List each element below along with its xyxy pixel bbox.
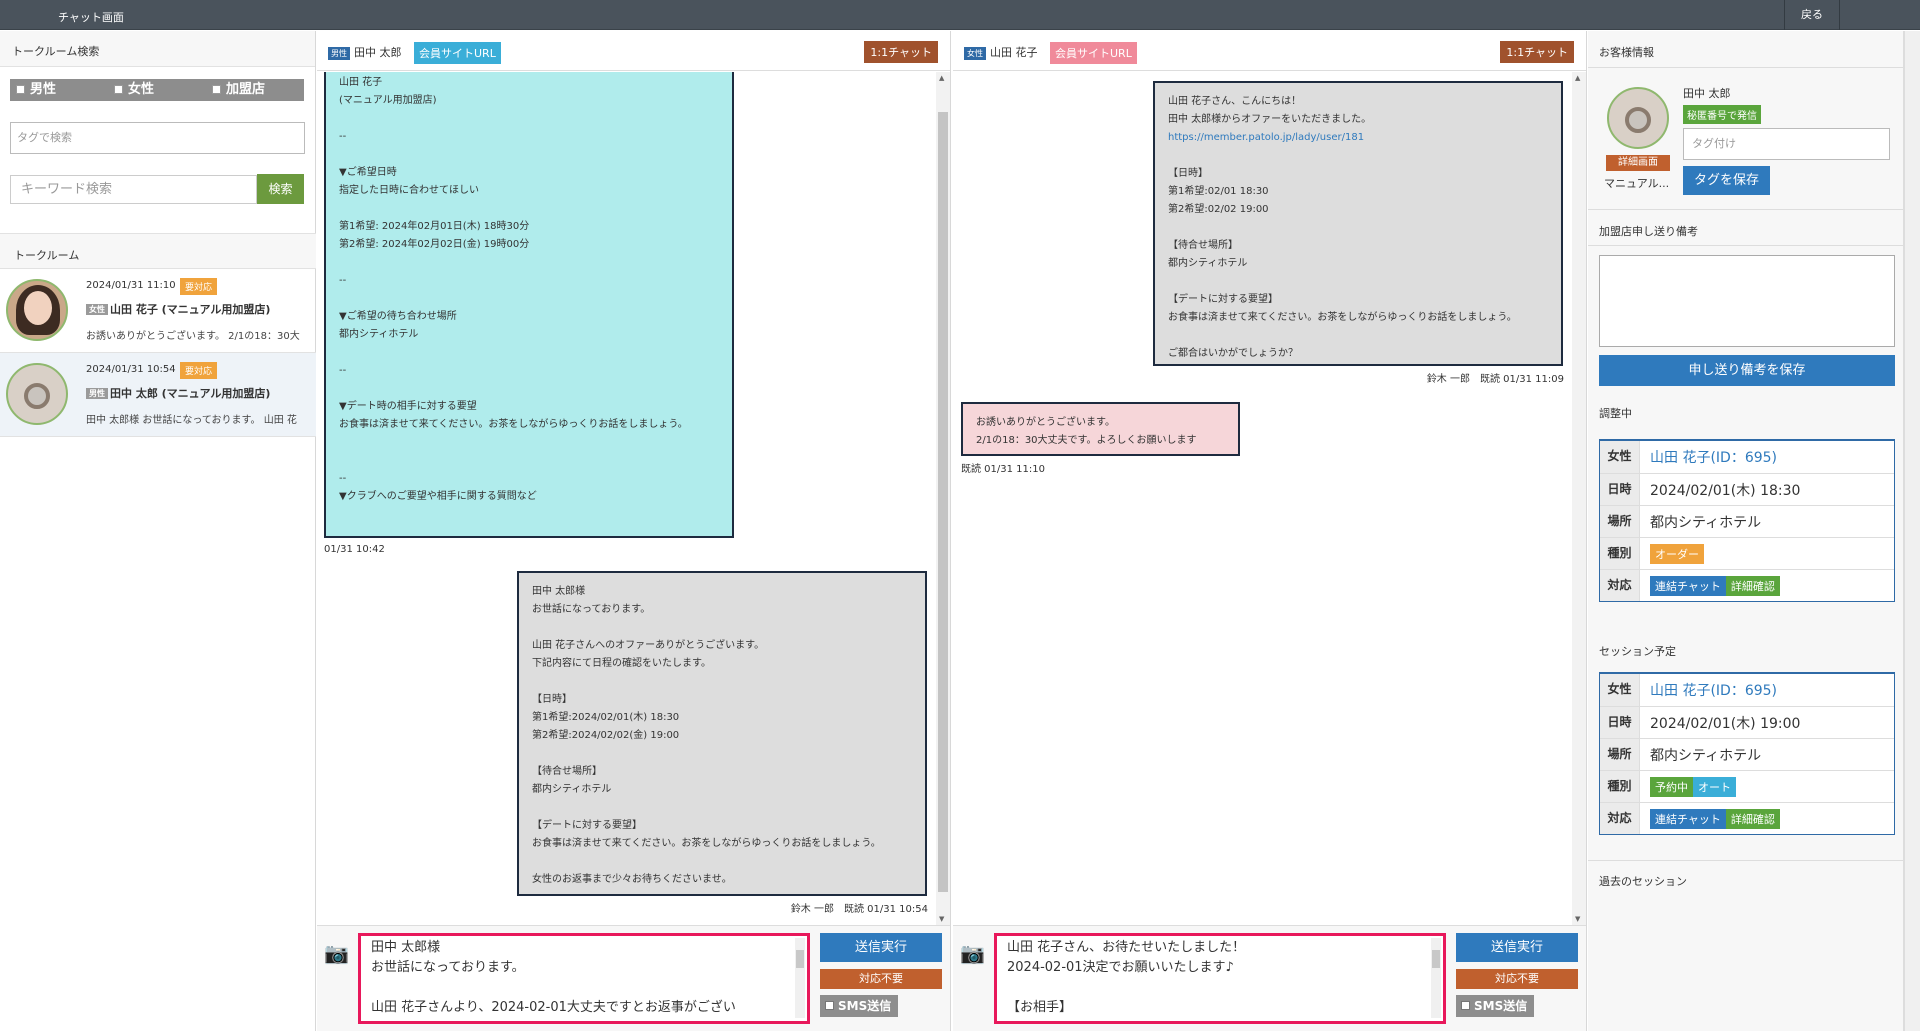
send-button[interactable]: 送信実行 — [820, 933, 942, 962]
gender-tag: 男性 — [328, 47, 350, 60]
woman-link[interactable]: 山田 花子(ID：695) — [1640, 447, 1777, 467]
camera-icon[interactable]: 📷 — [324, 941, 349, 965]
type-chip: 予約中 — [1650, 776, 1693, 797]
gender-tag: 男性 — [86, 388, 108, 399]
customer-store: マニュアル... — [1604, 177, 1670, 190]
filter-male[interactable]: 男性 — [10, 79, 108, 101]
back-button[interactable]: 戻る — [1784, 0, 1840, 30]
filter-female[interactable]: 女性 — [108, 79, 206, 101]
search-button[interactable]: 検索 — [257, 174, 304, 204]
avatar — [6, 279, 68, 341]
member-url-button[interactable]: 会員サイトURL — [1050, 42, 1137, 64]
message-bubble: お誘いありがとうございます。 2/1の18：30大丈夫です。よろしくお願いします — [961, 402, 1240, 456]
chat-header: 男性 田中 太郎 会員サイトURL 1:1チャット — [317, 31, 950, 71]
avatar — [1607, 87, 1669, 149]
session-header: セッション予定 — [1599, 645, 1676, 658]
member-link[interactable]: https://member.patolo.jp/lady/user/181 — [1168, 132, 1364, 143]
notes-textarea[interactable] — [1599, 255, 1895, 347]
message-bubble: 山田 花子さん、こんにちは！ 田中 太郎様からオファーをいただきました。 htt… — [1153, 81, 1563, 366]
message-bubble: 田中 太郎様 お世話になっております。 山田 花子さんへのオファーありがとうござ… — [517, 571, 927, 896]
woman-link[interactable]: 山田 花子(ID：695) — [1640, 680, 1777, 700]
scrollbar[interactable]: ▲ ▼ — [1572, 72, 1586, 925]
message-area[interactable]: 山田 花子 (マニュアル用加盟店) -- ▼ご希望日時 指定した日時に合わせてほ… — [317, 72, 950, 925]
gender-filter: 男性 女性 加盟店 — [10, 79, 304, 101]
status-badge: 要対応 — [180, 278, 218, 295]
room-name: 女性 山田 花子 (マニュアル用加盟店) — [86, 301, 270, 317]
sms-toggle[interactable]: SMS送信 — [820, 995, 898, 1017]
tag-search-input[interactable]: タグで検索 — [10, 122, 305, 154]
tag-input[interactable]: タグ付け — [1683, 128, 1890, 160]
page-title: チャット画面 — [58, 11, 124, 24]
room-datetime: 2024/01/31 10:54 — [86, 364, 176, 375]
customer-name: 田中 太郎 — [1683, 87, 1731, 100]
checkbox-icon[interactable] — [825, 1001, 834, 1010]
message-input[interactable]: 田中 太郎様 お世話になっております。 山田 花子さんより、2024-02-01… — [358, 933, 810, 1024]
checkbox-icon[interactable] — [1461, 1001, 1470, 1010]
adjusting-table: 女性 山田 花子(ID：695) 日時 2024/02/01(木) 18:30 場所… — [1599, 439, 1895, 602]
gender-tag: 女性 — [86, 304, 108, 315]
top-bar: チャット画面 戻る — [0, 0, 1920, 30]
filter-store[interactable]: 加盟店 — [206, 79, 304, 101]
customer-panel: お客様情報 詳細画面 マニュアル... 田中 太郎 秘匿番号で発信 タグ付け タ… — [1588, 31, 1920, 1031]
scrollbar[interactable]: ▲ ▼ — [936, 72, 950, 925]
no-response-button[interactable]: 対応不要 — [820, 969, 942, 989]
customer-header: お客様情報 — [1599, 46, 1654, 59]
one-on-one-chat-button[interactable]: 1:1チャット — [864, 41, 938, 63]
past-sessions-header: 過去のセッション — [1599, 875, 1687, 888]
chat-partner-name: 山田 花子 — [990, 46, 1038, 59]
avatar — [6, 363, 68, 425]
scrollbar[interactable] — [1904, 31, 1920, 1031]
room-preview: お誘いありがとうございます。 2/1の18：30大 — [86, 331, 300, 342]
member-url-button[interactable]: 会員サイトURL — [414, 42, 501, 64]
room-search-header: トークルーム検索 — [0, 31, 315, 67]
no-response-button[interactable]: 対応不要 — [1456, 969, 1578, 989]
tag-save-button[interactable]: タグを保存 — [1683, 166, 1770, 195]
chat-partner-name: 田中 太郎 — [354, 46, 402, 59]
message-bubble: 山田 花子 (マニュアル用加盟店) -- ▼ご希望日時 指定した日時に合わせてほ… — [324, 72, 734, 538]
room-item[interactable]: 2024/01/31 10:54 要対応 男性 田中 太郎 (マニュアル用加盟店)… — [0, 353, 316, 437]
secret-call-button[interactable]: 秘匿番号で発信 — [1683, 105, 1761, 124]
detail-confirm-button[interactable]: 詳細確認 — [1725, 808, 1780, 829]
room-preview: 田中 太郎様 お世話になっております。 山田 花 — [86, 415, 297, 426]
send-button[interactable]: 送信実行 — [1456, 933, 1578, 962]
message-meta: 鈴木 一郎 既読 01/31 11:09 — [1426, 374, 1564, 385]
detail-confirm-button[interactable]: 詳細確認 — [1725, 575, 1780, 596]
scrollbar[interactable] — [1431, 938, 1441, 1018]
sms-toggle[interactable]: SMS送信 — [1456, 995, 1534, 1017]
one-on-one-chat-button[interactable]: 1:1チャット — [1500, 41, 1574, 63]
linked-chat-button[interactable]: 連結チャット — [1650, 808, 1726, 829]
compose-area: 📷 山田 花子さん、お待たせいたしました！ 2024-02-01決定でお願いいた… — [953, 925, 1586, 1031]
type-chip: オーダー — [1650, 543, 1704, 564]
room-name: 男性 田中 太郎 (マニュアル用加盟店) — [86, 385, 270, 401]
detail-button[interactable]: 詳細画面 — [1606, 155, 1670, 171]
notes-save-button[interactable]: 申し送り備考を保存 — [1599, 355, 1895, 386]
scrollbar[interactable] — [795, 938, 805, 1018]
adjusting-header: 調整中 — [1599, 407, 1632, 420]
message-time: 01/31 10:42 — [324, 544, 385, 555]
message-input[interactable]: 山田 花子さん、お待たせいたしました！ 2024-02-01決定でお願いいたしま… — [994, 933, 1446, 1024]
gender-tag: 女性 — [964, 47, 986, 60]
type-chip: オート — [1693, 776, 1736, 797]
notes-header: 加盟店申し送り備考 — [1599, 225, 1698, 238]
checkbox-icon[interactable] — [212, 85, 221, 94]
message-meta: 鈴木 一郎 既読 01/31 10:54 — [790, 904, 928, 915]
chat-panel-male: 男性 田中 太郎 会員サイトURL 1:1チャット 山田 花子 (マニュアル用加… — [317, 31, 951, 1031]
message-area[interactable]: 山田 花子さん、こんにちは！ 田中 太郎様からオファーをいただきました。 htt… — [953, 72, 1586, 925]
status-badge: 要対応 — [180, 362, 218, 379]
camera-icon[interactable]: 📷 — [960, 941, 985, 965]
compose-area: 📷 田中 太郎様 お世話になっております。 山田 花子さんより、2024-02-… — [317, 925, 950, 1031]
chat-panel-female: 女性 山田 花子 会員サイトURL 1:1チャット 山田 花子さん、こんにちは！… — [953, 31, 1587, 1031]
keyword-search-input[interactable]: キーワード検索 — [10, 175, 257, 204]
checkbox-icon[interactable] — [16, 85, 25, 94]
chat-header: 女性 山田 花子 会員サイトURL 1:1チャット — [953, 31, 1586, 71]
room-item[interactable]: 2024/01/31 11:10 要対応 女性 山田 花子 (マニュアル用加盟店)… — [0, 269, 316, 353]
checkbox-icon[interactable] — [114, 85, 123, 94]
room-datetime: 2024/01/31 11:10 — [86, 280, 176, 291]
rooms-header: トークルーム — [0, 233, 316, 269]
session-table: 女性 山田 花子(ID：695) 日時 2024/02/01(木) 19:00 場所… — [1599, 672, 1895, 835]
linked-chat-button[interactable]: 連結チャット — [1650, 575, 1726, 596]
room-list-panel: トークルーム検索 男性 女性 加盟店 タグで検索 キーワード検索 検索 トークル… — [0, 31, 316, 1031]
message-meta: 既読 01/31 11:10 — [961, 464, 1045, 475]
